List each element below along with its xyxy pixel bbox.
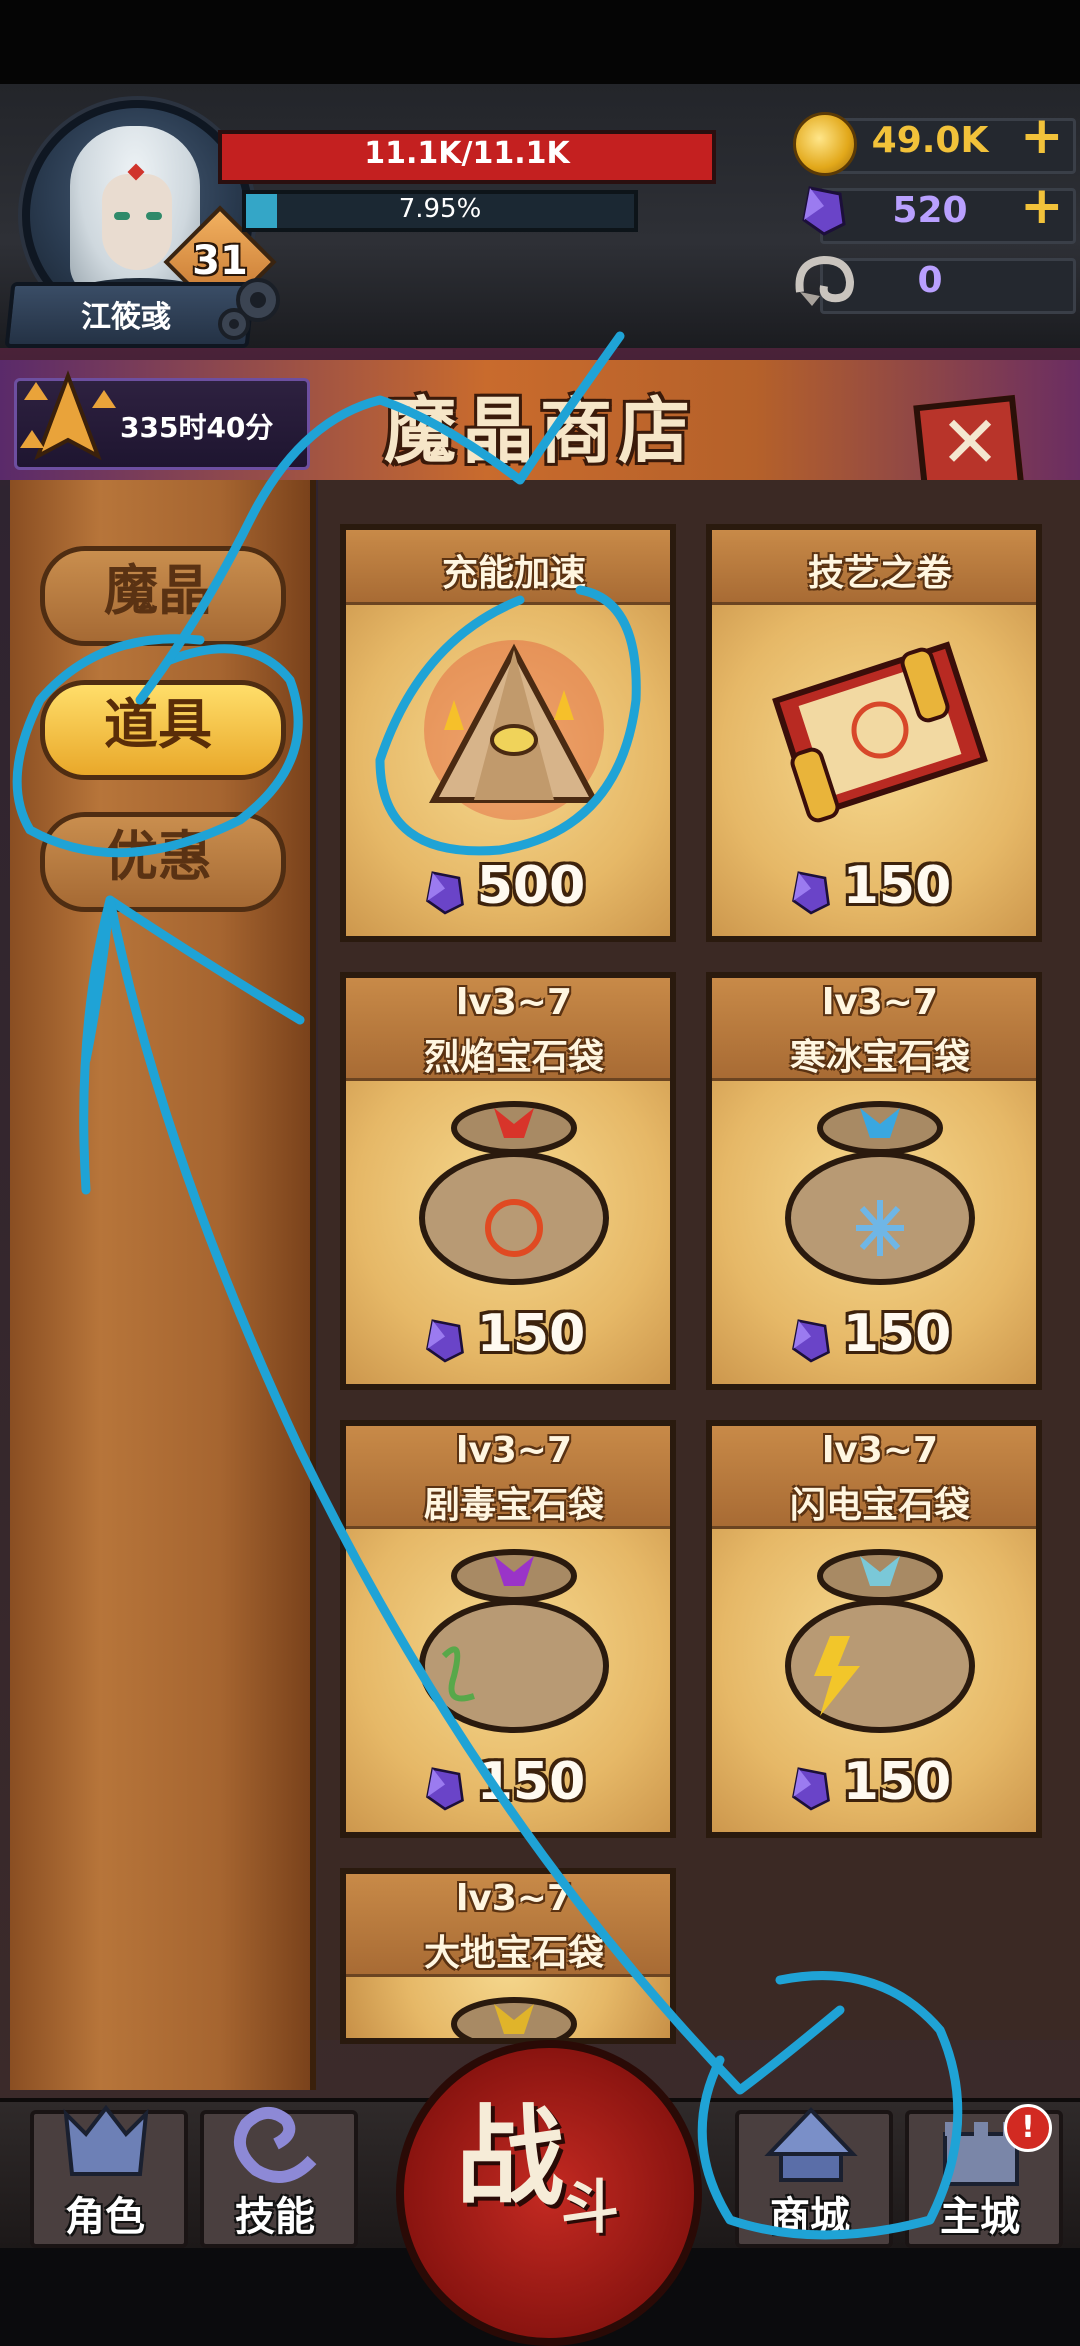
skills-swirl-icon [233,2107,317,2183]
item-price: 150 [842,1304,952,1364]
item-level-range: lv3~7 [455,1878,573,1919]
battle-label-sub: 斗 [560,2173,619,2241]
status-bar-area [0,0,1080,84]
add-gold-button[interactable]: + [1020,106,1064,166]
exp-text: 7.95% [398,194,482,224]
tab-crystal-label: 魔晶 [104,559,212,622]
horn-amount: 0 [917,260,943,301]
item-card-skill-scroll[interactable]: 技艺之卷 150 [706,524,1042,942]
fire-gem-bag-icon [419,1101,609,1285]
item-title: 大地宝石袋 [423,1933,604,1974]
ice-gem-bag-icon [785,1101,975,1285]
earth-gem-bag-icon [451,1997,577,2038]
tab-offers-label: 优惠 [104,825,212,888]
add-crystal-button[interactable]: + [1020,176,1064,236]
item-card-lightning-gem-bag[interactable]: lv3~7 闪电宝石袋 150 [706,1420,1042,1838]
nav-main-city-label: 主城 [940,2194,1020,2240]
poison-gem-bag-icon [419,1549,609,1733]
item-price: 150 [842,856,952,916]
gold-amount: 49.0K [871,120,989,161]
item-level-range: lv3~7 [821,982,939,1023]
item-card-charge-boost[interactable]: 充能加速 500 [340,524,676,942]
item-title: 烈焰宝石袋 [423,1037,604,1078]
item-level-range: lv3~7 [455,982,573,1023]
nav-skills-label: 技能 [235,2194,315,2240]
item-level-range: lv3~7 [821,1430,939,1471]
item-card-poison-gem-bag[interactable]: lv3~7 剧毒宝石袋 150 [340,1420,676,1838]
skill-scroll-icon [772,641,988,823]
nav-character-label: 角色 [65,2194,145,2240]
charge-boost-pyramid-icon [424,640,604,820]
close-icon[interactable]: ✕ [930,400,1010,484]
item-title: 闪电宝石袋 [789,1485,970,1526]
item-title: 剧毒宝石袋 [423,1485,604,1526]
item-price: 150 [476,1752,586,1812]
item-price: 150 [842,1752,952,1812]
item-price: 500 [476,856,586,916]
shop-title: 魔晶商店 [383,389,696,473]
level-up-arrows-icon [20,370,116,461]
crystal-amount: 520 [892,190,968,231]
shop-tent-icon [764,2107,858,2182]
refresh-timer: 335时40分 [120,411,274,444]
item-title: 寒冰宝石袋 [789,1037,970,1078]
tab-items-label: 道具 [104,693,212,756]
item-card-ice-gem-bag[interactable]: lv3~7 寒冰宝石袋 150 [706,972,1042,1390]
item-title: 技艺之卷 [807,553,952,594]
settings-gear-icon[interactable] [216,272,286,342]
item-card-earth-gem-bag[interactable]: lv3~7 大地宝石袋 [340,1868,676,2044]
item-price: 150 [476,1304,586,1364]
hp-text: 11.1K/11.1K [364,136,570,171]
alert-badge: ! [1004,2104,1052,2152]
item-title: 充能加速 [441,553,586,594]
item-card-fire-gem-bag[interactable]: lv3~7 烈焰宝石袋 150 [340,972,676,1390]
lightning-gem-bag-icon [785,1549,975,1733]
character-helmet-icon [63,2104,149,2176]
nav-shop-label: 商城 [770,2194,850,2240]
item-level-range: lv3~7 [455,1430,573,1471]
player-name: 江筱彧 [81,300,171,335]
